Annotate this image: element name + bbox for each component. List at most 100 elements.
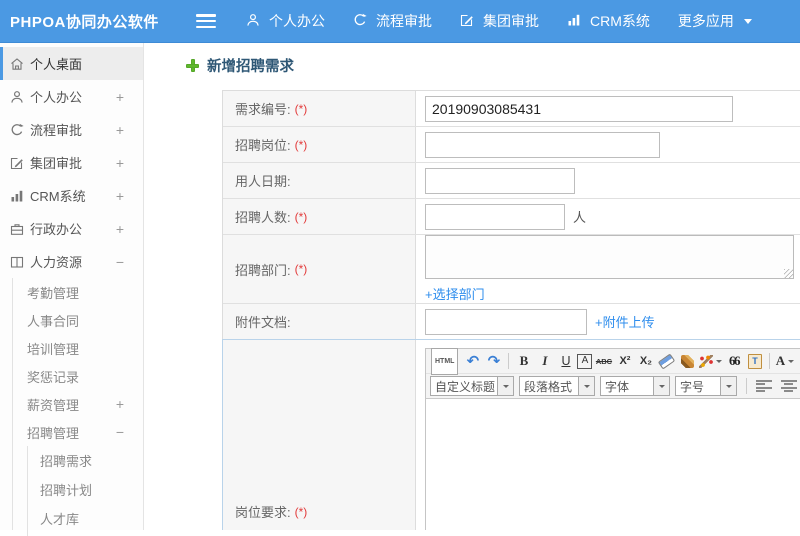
sidebar-item-group-approval[interactable]: 集团审批 + <box>0 146 143 179</box>
format-brush-button[interactable] <box>678 352 697 371</box>
custom-title-select[interactable]: 自定义标题 <box>430 376 514 396</box>
expand-icon[interactable]: + <box>116 189 124 203</box>
paragraph-format-select[interactable]: 段落格式 <box>519 376 595 396</box>
sidebar-item-recruit-request[interactable]: 招聘需求 <box>0 446 143 475</box>
sidebar-item-personal-office[interactable]: 个人办公 + <box>0 80 143 113</box>
chevron-down-icon[interactable] <box>653 377 669 395</box>
chevron-down-icon[interactable] <box>578 377 594 395</box>
brush-icon <box>681 354 695 368</box>
editor-toolbar-row1: HTML↶↷BIUAABCX²X₂66TAA <box>426 347 800 375</box>
page-title-text: 新增招聘需求 <box>207 59 294 75</box>
required-mark: (*) <box>294 262 308 276</box>
strikethrough-button[interactable]: ABC <box>594 352 613 371</box>
palette-icon <box>699 354 714 368</box>
nav-item-personal-office[interactable]: 个人办公 <box>246 11 325 31</box>
headcount-unit: 人 <box>573 210 587 225</box>
app-title: PHPOA协同办公软件 <box>10 13 159 31</box>
font-size-select[interactable]: 字号 <box>675 376 737 396</box>
toolbar-separator <box>769 353 771 369</box>
align-center-button[interactable] <box>780 379 797 393</box>
sidebar-item-hr[interactable]: 人力资源 − <box>0 245 143 278</box>
sidebar-nesting-line <box>27 446 28 536</box>
requirements-label: 岗位要求: <box>235 505 291 520</box>
sidebar-item-rewards[interactable]: 奖惩记录 <box>0 362 143 390</box>
form-row-department: 招聘部门: (*) +选择部门 <box>223 235 800 304</box>
paste-button[interactable]: T <box>745 352 764 371</box>
font-family-select[interactable]: 字体 <box>600 376 670 396</box>
main-content: 新增招聘需求 需求编号: (*) 招聘岗位: (*) 用人日期: <box>145 43 800 530</box>
add-icon <box>186 59 199 72</box>
expand-icon[interactable]: + <box>116 156 124 170</box>
hire-date-input[interactable] <box>425 167 575 194</box>
attachment-upload-link[interactable]: +附件上传 <box>595 312 655 331</box>
sidebar-item-label: 个人桌面 <box>30 57 83 72</box>
position-input[interactable] <box>425 131 660 158</box>
sidebar-item-label: 考勤管理 <box>27 285 80 301</box>
sidebar-item-crm[interactable]: CRM系统 + <box>0 179 143 212</box>
nav-item-more-apps[interactable]: 更多应用 <box>678 11 752 31</box>
headcount-label: 招聘人数: <box>235 210 291 225</box>
nav-item-label: 个人办公 <box>269 13 325 29</box>
collapse-icon[interactable]: − <box>116 425 124 439</box>
headcount-input[interactable] <box>425 203 565 230</box>
align-left-button[interactable] <box>755 379 772 393</box>
department-textarea[interactable] <box>425 235 794 279</box>
forecolor-button[interactable]: A <box>775 352 795 371</box>
superscript-button[interactable]: X² <box>615 352 634 371</box>
edit-approval-icon <box>10 156 24 170</box>
remove-format-button[interactable] <box>657 352 676 371</box>
sidebar-item-talent-pool[interactable]: 人才库 <box>0 504 143 533</box>
workflow-icon <box>353 13 369 29</box>
sidebar-item-admin-office[interactable]: 行政办公 + <box>0 212 143 245</box>
blockquote-button[interactable]: 66 <box>724 352 743 371</box>
sidebar-item-label: 行政办公 <box>30 222 83 237</box>
attachment-label: 附件文档: <box>235 315 291 330</box>
hilitecolor-button[interactable]: A <box>796 352 800 371</box>
required-mark: (*) <box>294 504 308 519</box>
sidebar-item-training[interactable]: 培训管理 <box>0 334 143 362</box>
select-department-link[interactable]: +选择部门 <box>425 284 485 303</box>
sidebar-item-recruit-mgmt[interactable]: 招聘管理 − <box>0 418 143 446</box>
sidebar-item-hr-contract[interactable]: 人事合同 <box>0 306 143 334</box>
sidebar-item-desktop[interactable]: 个人桌面 <box>0 47 143 80</box>
underline-button[interactable]: U <box>556 352 575 371</box>
expand-icon[interactable]: + <box>116 90 124 104</box>
form-row-request-no: 需求编号: (*) <box>223 91 800 127</box>
collapse-icon[interactable]: − <box>116 255 124 269</box>
subscript-button[interactable]: X₂ <box>636 352 655 371</box>
nav-item-workflow-approval[interactable]: 流程审批 <box>353 11 432 31</box>
form-row-attachment: 附件文档: +附件上传 <box>223 304 800 339</box>
combo-label: 段落格式 <box>524 379 573 394</box>
redo-button[interactable]: ↷ <box>484 352 503 371</box>
chevron-down-icon[interactable] <box>497 377 513 395</box>
menu-toggle-button[interactable] <box>196 14 216 28</box>
font-name-button[interactable]: A <box>577 353 593 369</box>
color-palette-button[interactable] <box>699 352 723 371</box>
chevron-down-icon[interactable] <box>720 377 736 395</box>
position-label: 招聘岗位: <box>235 138 291 153</box>
request-no-input[interactable] <box>425 95 733 122</box>
sidebar-item-label: 薪资管理 <box>27 397 80 413</box>
sidebar-item-workflow-approval[interactable]: 流程审批 + <box>0 113 143 146</box>
nav-item-label: CRM系统 <box>590 13 650 29</box>
sidebar-item-attendance[interactable]: 考勤管理 <box>0 278 143 306</box>
toolbar-separator <box>508 353 510 369</box>
edit-approval-icon <box>460 13 476 29</box>
expand-icon[interactable]: + <box>116 123 124 137</box>
expand-icon[interactable]: + <box>116 397 124 411</box>
italic-button[interactable]: I <box>535 352 554 371</box>
editor-body[interactable] <box>426 399 800 530</box>
source-code-button[interactable]: HTML <box>431 347 459 375</box>
sidebar-item-recruit-plan[interactable]: 招聘计划 <box>0 475 143 504</box>
attachment-input[interactable] <box>425 308 587 335</box>
expand-icon[interactable]: + <box>116 222 124 236</box>
chevron-down-icon <box>716 359 723 363</box>
bold-button[interactable]: B <box>514 352 533 371</box>
nav-item-crm[interactable]: CRM系统 <box>567 11 650 31</box>
nav-item-group-approval[interactable]: 集团审批 <box>460 11 539 31</box>
undo-button[interactable]: ↶ <box>463 352 482 371</box>
chevron-down-icon <box>788 359 795 363</box>
combo-label: 字号 <box>680 379 705 394</box>
sidebar-item-salary[interactable]: 薪资管理 + <box>0 390 143 418</box>
bar-chart-icon <box>567 13 583 29</box>
